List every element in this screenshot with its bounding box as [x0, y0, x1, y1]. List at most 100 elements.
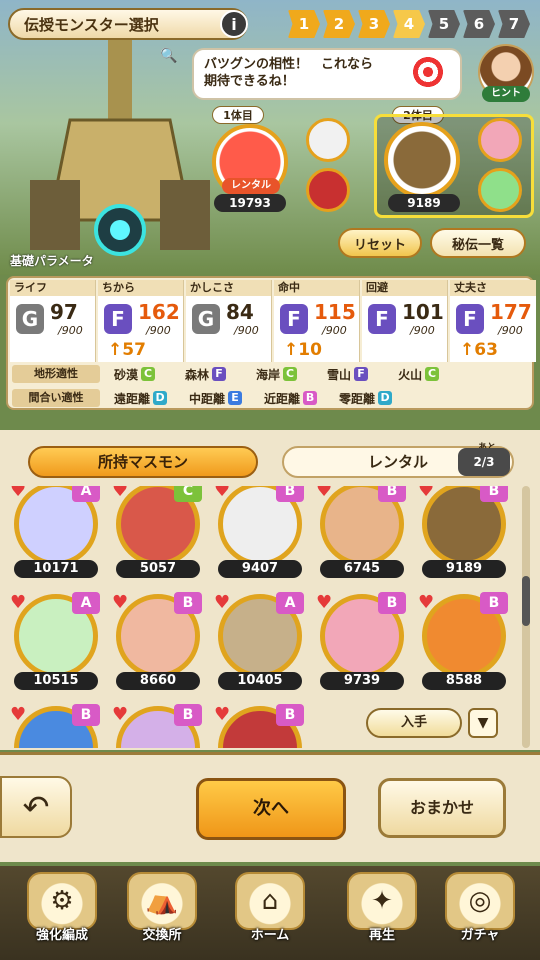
nav-label: ホーム — [250, 928, 290, 943]
heart-icon: ♥ — [316, 486, 333, 501]
grade-badge: B — [72, 704, 100, 726]
auto-select-button[interactable]: おまかせ — [378, 778, 506, 838]
param-life: ライフ G 97 /900 — [10, 280, 96, 362]
gacha-icon: ◎ — [445, 872, 515, 930]
param-name: 回避 — [362, 280, 447, 296]
secret-list-button[interactable]: 秘伝一覧 — [430, 228, 526, 258]
heart-icon: ♥ — [418, 592, 435, 613]
range-name: 中距離 — [189, 391, 226, 406]
monster-card[interactable]: ♥ A 10515 — [8, 592, 104, 692]
grade-badge: A — [72, 486, 100, 502]
monster-id: 6745 — [320, 560, 404, 578]
param-value: 101 — [402, 300, 444, 324]
monster-statue-image — [30, 40, 210, 256]
monster-card[interactable]: ♥ B 9739 — [314, 592, 410, 692]
param-grade: F — [104, 304, 132, 334]
back-arrow-icon: ↶ — [22, 788, 50, 826]
base-params-label: 基礎パラメータ — [10, 254, 94, 268]
param-value: 84 — [226, 300, 254, 324]
grade-badge: B — [378, 486, 406, 502]
param-value: 115 — [314, 300, 356, 324]
monster-card[interactable]: ♥ A 10171 — [8, 486, 104, 580]
monster-id: 9189 — [422, 560, 506, 578]
step-1: 1 — [288, 10, 320, 38]
param-grade: G — [16, 304, 44, 334]
param-max: /900 — [234, 324, 259, 337]
target-icon — [410, 54, 446, 90]
monster-card[interactable]: ♥ C 5057 — [110, 486, 206, 580]
enhance-icon: ⚙ — [27, 872, 97, 930]
list-scrollbar[interactable] — [522, 486, 530, 748]
step-6: 6 — [463, 10, 495, 38]
range-grade: E — [228, 391, 243, 405]
step-7: 7 — [498, 10, 530, 38]
heart-icon: ♥ — [316, 592, 333, 613]
slot1-parent-b[interactable] — [306, 168, 350, 212]
terrain-name: 雪山 — [327, 367, 352, 382]
nav-item-gacha[interactable]: ◎ ガチャ — [432, 872, 528, 956]
slot1-rental-tag: レンタル — [222, 178, 280, 194]
terrain-item: 森林 F — [185, 366, 227, 383]
terrain-grade: C — [141, 367, 156, 381]
grade-badge: B — [480, 486, 508, 502]
monster-card[interactable]: ♥ B — [8, 704, 104, 748]
step-2: 2 — [323, 10, 355, 38]
home-windmill-icon: ⌂ — [235, 872, 305, 930]
reset-button[interactable]: リセット — [338, 228, 422, 258]
nav-item-enhance[interactable]: ⚙ 強化編成 — [14, 872, 110, 956]
param-max: /900 — [146, 324, 171, 337]
monster-card[interactable]: ♥ B — [110, 704, 206, 748]
parameter-panel: ライフ G 97 /900 ちから F 162 /900 ↑57 かしこさ G … — [6, 276, 536, 410]
monster-card[interactable]: ♥ B 9407 — [212, 486, 308, 580]
next-button[interactable]: 次へ — [196, 778, 346, 840]
zoom-icon[interactable]: 🔍 — [160, 48, 177, 64]
range-grade: D — [378, 391, 393, 405]
nav-item-home[interactable]: ⌂ ホーム — [222, 872, 318, 956]
range-grade: D — [153, 391, 168, 405]
terrain-name: 火山 — [398, 367, 423, 382]
monster-id: 5057 — [116, 560, 200, 578]
range-label: 間合い適性 — [12, 389, 100, 407]
back-button[interactable]: ↶ — [0, 776, 72, 838]
heart-icon: ♥ — [112, 486, 129, 501]
grade-badge: A — [72, 592, 100, 614]
monster-card[interactable]: ♥ B 9189 — [416, 486, 512, 580]
param-power: ちから F 162 /900 ↑57 — [98, 280, 184, 362]
param-max: /900 — [410, 324, 435, 337]
nav-label: 再生 — [368, 928, 395, 943]
grade-badge: B — [174, 704, 202, 726]
monster-card[interactable]: ♥ A 10405 — [212, 592, 308, 692]
slot2-parent-b[interactable] — [478, 168, 522, 212]
get-button[interactable]: 入手 — [366, 708, 462, 738]
info-button[interactable]: i — [220, 10, 248, 38]
monster-card[interactable]: ♥ B 8660 — [110, 592, 206, 692]
range-name: 近距離 — [264, 391, 301, 406]
monster-card[interactable]: ♥ B — [212, 704, 308, 748]
range-grade: B — [303, 391, 318, 405]
heart-icon: ♥ — [112, 704, 129, 725]
slot2-monster[interactable] — [384, 122, 460, 198]
monster-card[interactable]: ♥ B 8588 — [416, 592, 512, 692]
heart-icon: ♥ — [112, 592, 129, 613]
nav-item-exchange[interactable]: ⛺ 交換所 — [114, 872, 210, 956]
tab-owned-monsters[interactable]: 所持マスモン — [28, 446, 258, 478]
param-grade: F — [280, 304, 308, 334]
sort-dropdown-button[interactable]: ▼ — [468, 708, 498, 738]
heart-icon: ♥ — [10, 592, 27, 613]
slot2-parent-a[interactable] — [478, 118, 522, 162]
heart-icon: ♥ — [214, 486, 231, 501]
terrain-item: 雪山 F — [327, 366, 369, 383]
scroll-thumb[interactable] — [522, 576, 530, 626]
slot1-parent-a[interactable] — [306, 118, 350, 162]
heart-icon: ♥ — [418, 486, 435, 501]
grade-badge: B — [276, 704, 304, 726]
terrain-grade: F — [354, 367, 369, 381]
param-name: 丈夫さ — [450, 280, 536, 296]
monster-id: 8588 — [422, 672, 506, 690]
nav-item-regenerate[interactable]: ✦ 再生 — [334, 872, 430, 956]
slot1-id: 19793 — [214, 194, 286, 212]
monster-card[interactable]: ♥ B 6745 — [314, 486, 410, 580]
range-row: 間合い適性 遠距離 D 中距離 E 近距離 B 零距離 D — [12, 388, 530, 408]
param-max: /900 — [322, 324, 347, 337]
param-value: 177 — [490, 300, 532, 324]
